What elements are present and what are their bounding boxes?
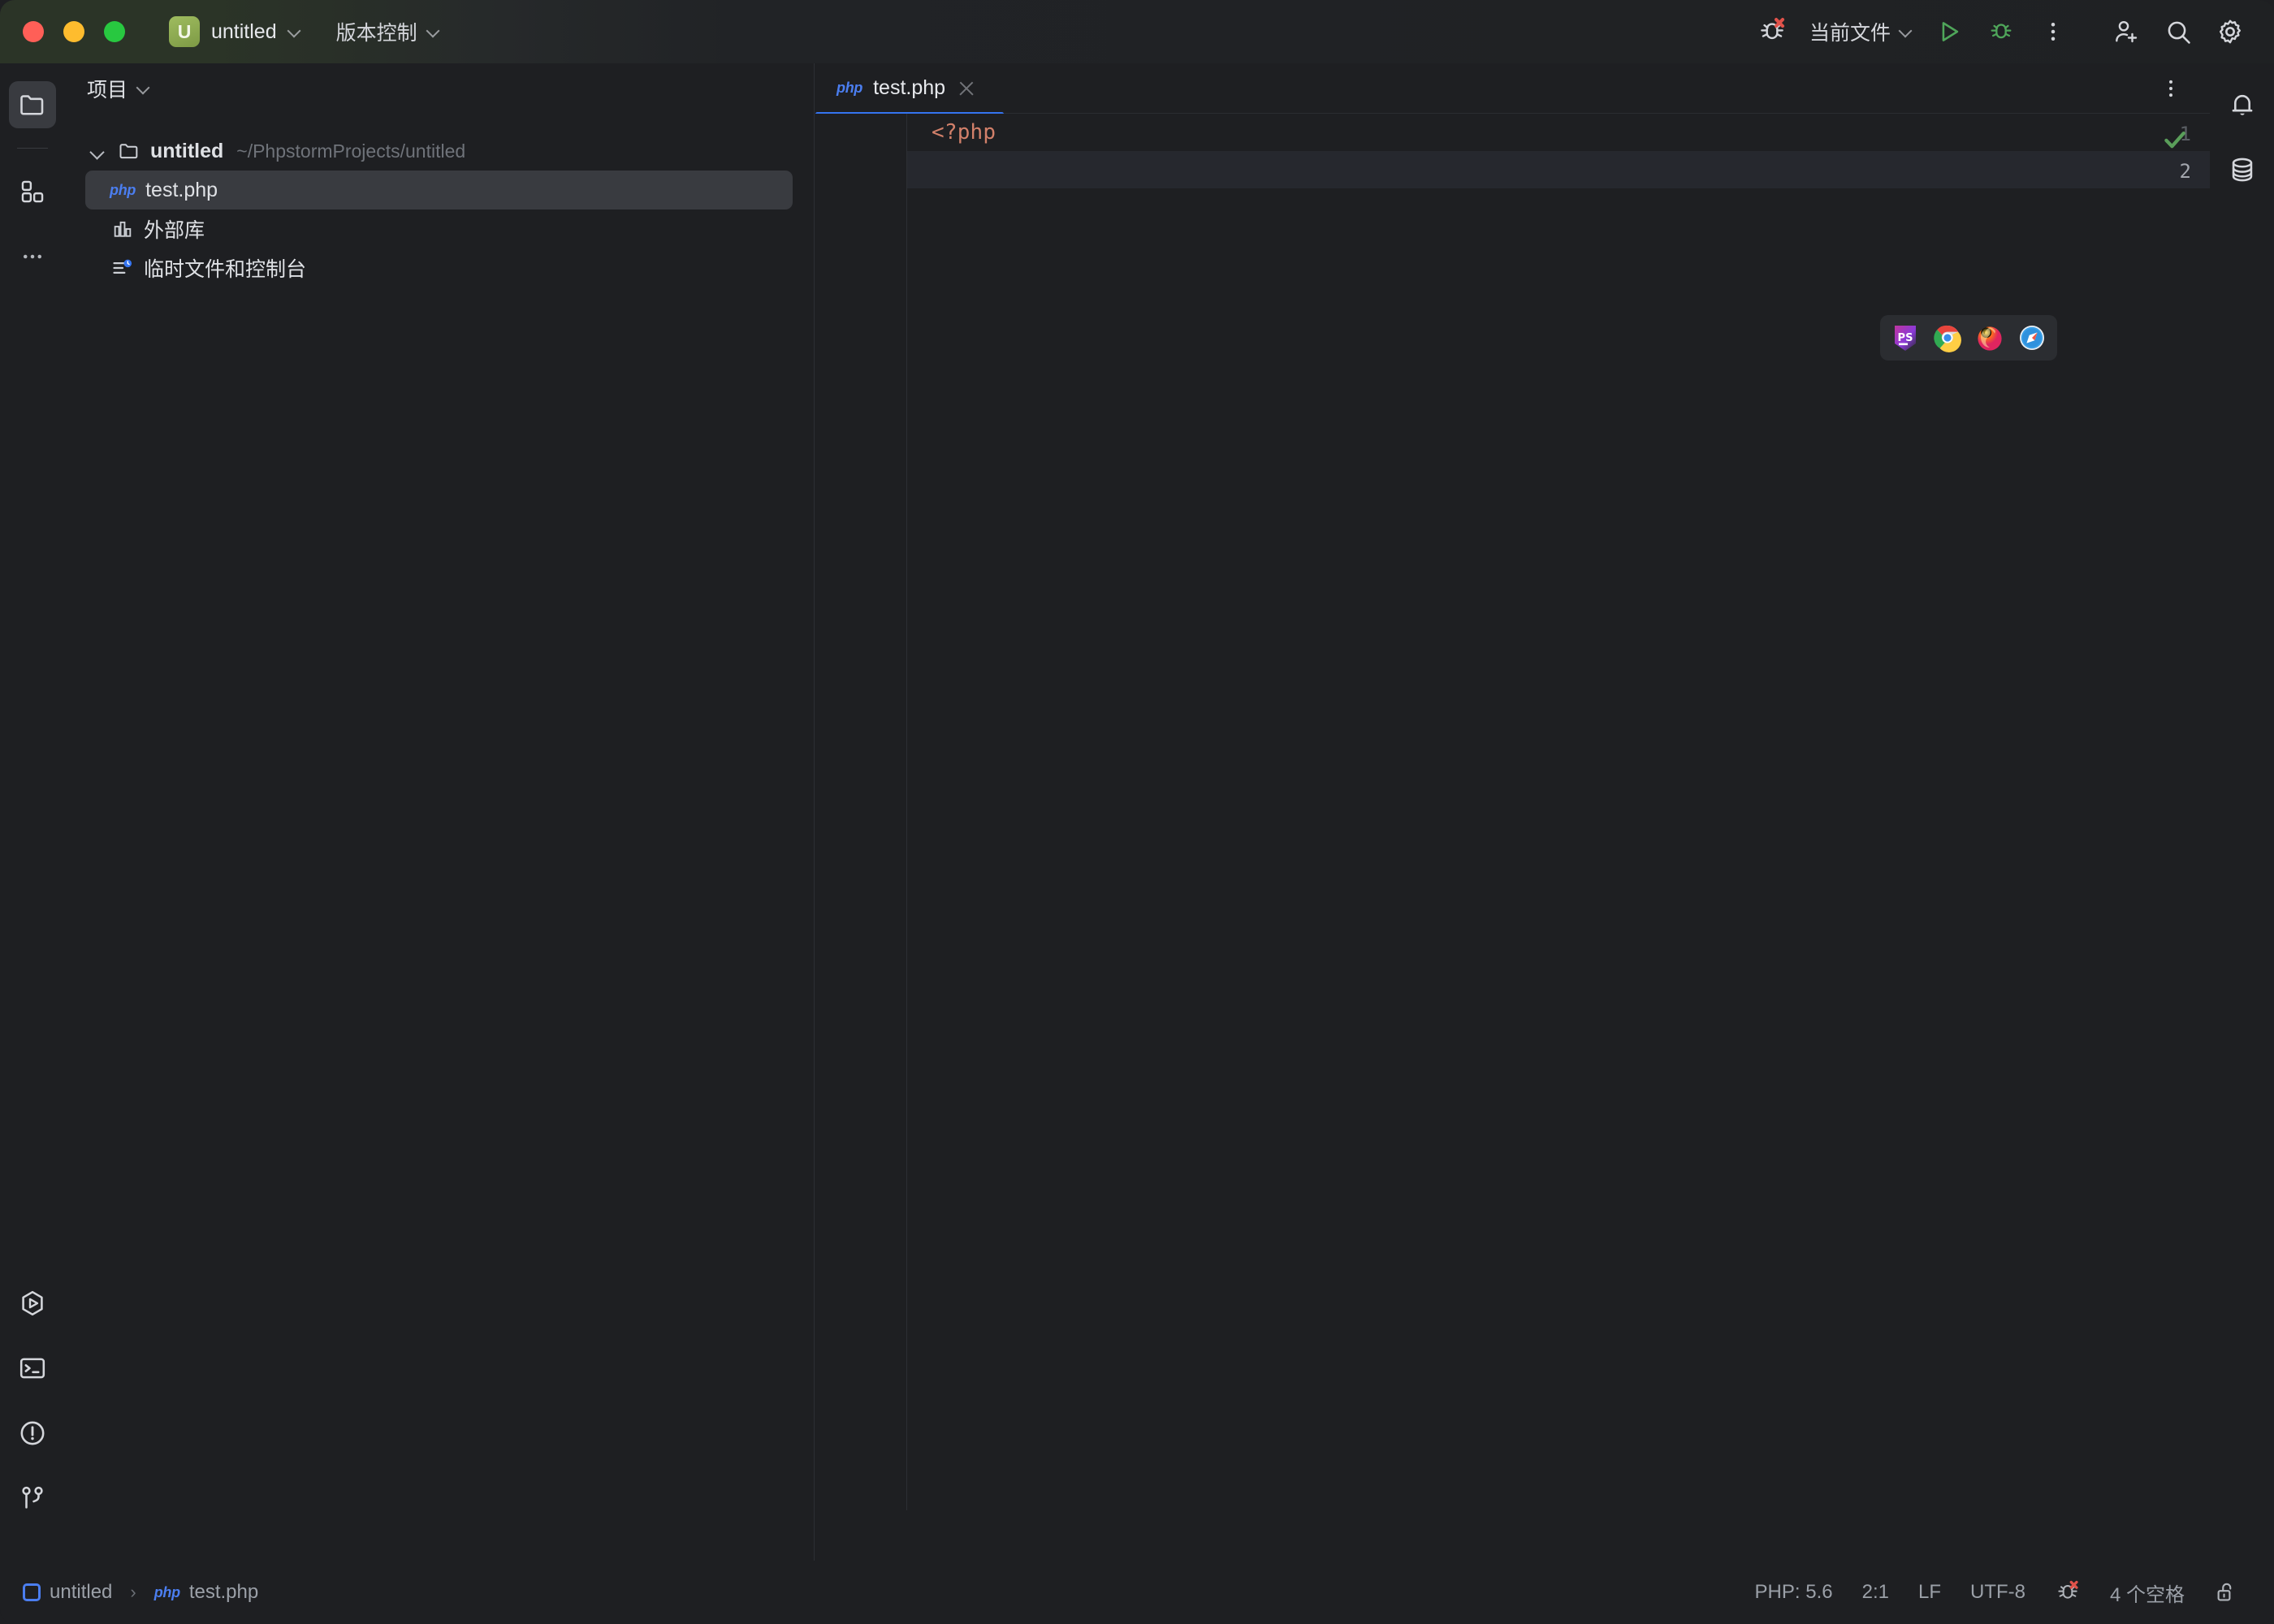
tree-node-label: 临时文件和控制台 — [144, 258, 307, 281]
php-file-icon: php — [153, 1583, 180, 1600]
chevron-expanded-icon[interactable] — [87, 140, 108, 162]
php-file-icon: php — [837, 80, 863, 96]
project-panel-title: 项目 — [87, 79, 128, 102]
breadcrumb-item-untitled[interactable]: untitled — [23, 1581, 112, 1604]
sidebar-item-run[interactable] — [9, 1280, 56, 1327]
minimize-window-button[interactable] — [63, 21, 84, 42]
tree-node-external-libraries[interactable]: 外部库 — [64, 209, 814, 248]
sidebar-item-problems[interactable] — [9, 1410, 56, 1457]
line-number: 2 — [2179, 160, 2191, 183]
sidebar-item-notifications[interactable] — [2219, 81, 2266, 128]
left-rail-bottom-group — [9, 1280, 56, 1561]
tree-node-scratches-and-consoles[interactable]: 临时文件和控制台 — [64, 248, 814, 287]
browser-preview-popup: PS — [1880, 315, 2057, 361]
run-configuration-selector[interactable]: 当前文件 — [1798, 9, 1923, 54]
safari-icon[interactable] — [2017, 322, 2047, 353]
editor-tab-bar: php test.php — [815, 63, 2210, 116]
right-tool-rail — [2210, 63, 2274, 1561]
tree-node-path: ~/PhpstormProjects/untitled — [236, 140, 466, 162]
chevron-down-icon — [1900, 26, 1912, 38]
editor-gutter — [815, 114, 907, 1510]
tree-node-label: 外部库 — [144, 219, 205, 242]
code-text: <?php — [932, 120, 996, 145]
chrome-icon[interactable] — [1932, 322, 1963, 353]
breadcrumb-item-test-php[interactable]: php test.php — [154, 1581, 259, 1604]
folder-icon — [118, 140, 141, 162]
editor-area: php test.php 1 2 <?php PS — [815, 63, 2210, 1561]
chevron-down-icon — [137, 83, 149, 95]
status-debug-bug-error-icon[interactable] — [2040, 1571, 2095, 1613]
sidebar-item-structure[interactable] — [9, 168, 56, 215]
sidebar-item-project[interactable] — [8, 81, 56, 128]
project-tool-window: 项目 untitled ~/PhpstormProjects/untitled … — [64, 63, 815, 1561]
sidebar-item-terminal[interactable] — [9, 1345, 56, 1392]
module-icon — [23, 1583, 41, 1601]
search-icon[interactable] — [2152, 9, 2204, 54]
chevron-down-icon — [427, 26, 439, 38]
project-name-label: untitled — [211, 19, 277, 43]
left-tool-rail — [0, 63, 64, 1561]
more-vertical-icon[interactable] — [2027, 9, 2079, 54]
status-indent-size[interactable]: 4 个空格 — [2095, 1571, 2199, 1613]
code-line-row-caret — [815, 151, 2210, 188]
rail-divider — [16, 148, 48, 149]
zoom-window-button[interactable] — [104, 21, 125, 42]
firefox-icon[interactable] — [1974, 322, 2005, 353]
debug-button[interactable] — [1975, 9, 2027, 54]
breadcrumb-label: test.php — [188, 1581, 259, 1603]
status-caret-position[interactable]: 2:1 — [1848, 1571, 1904, 1613]
tree-node-untitled[interactable]: untitled ~/PhpstormProjects/untitled — [64, 132, 814, 171]
ide-window: U untitled 版本控制 当前文件 项目 untitled ~/Phpst… — [0, 0, 2274, 1624]
breadcrumb-label: untitled — [50, 1581, 113, 1603]
status-unlock-icon[interactable] — [2199, 1571, 2253, 1613]
gear-icon[interactable] — [2204, 9, 2256, 54]
close-icon[interactable] — [956, 78, 977, 99]
php-file-icon: php — [110, 181, 136, 198]
tree-node-test-php[interactable]: php test.php — [85, 171, 793, 209]
run-configuration-label: 当前文件 — [1809, 22, 1891, 45]
project-selector[interactable]: U untitled — [164, 11, 309, 52]
traffic-lights — [23, 21, 125, 42]
vcs-widget[interactable]: 版本控制 — [336, 17, 439, 46]
account-add-icon[interactable] — [2100, 9, 2152, 54]
sidebar-item-version-control[interactable] — [9, 1475, 56, 1522]
close-window-button[interactable] — [23, 21, 44, 42]
project-tree: untitled ~/PhpstormProjects/untitled php… — [64, 114, 814, 287]
project-badge: U — [169, 16, 200, 47]
status-bar: untitled › php test.php PHP: 5.6 2:1 LF … — [0, 1561, 2274, 1624]
status-php-version[interactable]: PHP: 5.6 — [1740, 1571, 1848, 1613]
breadcrumb: untitled › php test.php — [23, 1581, 258, 1604]
chevron-down-icon — [288, 26, 300, 38]
editor-tab-options-button[interactable] — [2150, 67, 2192, 110]
status-bar-widgets: PHP: 5.6 2:1 LF UTF-8 4 个空格 — [1740, 1571, 2274, 1613]
run-button[interactable] — [1923, 9, 1975, 54]
svg-text:PS: PS — [1898, 332, 1913, 344]
bug-error-icon[interactable] — [1746, 9, 1798, 54]
phpstorm-icon[interactable]: PS — [1890, 322, 1921, 353]
tree-node-label: test.php — [145, 178, 218, 201]
breadcrumb-separator: › — [130, 1582, 136, 1602]
title-bar-actions: 当前文件 — [1746, 9, 2274, 54]
editor-tab-test-php[interactable]: php test.php — [815, 63, 995, 114]
scratches-icon — [111, 257, 134, 279]
project-panel-header[interactable]: 项目 — [64, 63, 814, 114]
editor-tab-label: test.php — [873, 76, 946, 99]
more-horizontal-icon[interactable] — [9, 233, 56, 280]
check-icon[interactable] — [2161, 126, 2189, 158]
external-libraries-icon — [111, 218, 134, 240]
status-file-encoding[interactable]: UTF-8 — [1956, 1571, 2040, 1613]
sidebar-item-database[interactable] — [2219, 146, 2266, 193]
code-line-row — [815, 114, 2210, 151]
tree-node-label: untitled — [150, 139, 224, 162]
title-bar: U untitled 版本控制 当前文件 — [0, 0, 2274, 63]
status-line-separator[interactable]: LF — [1904, 1571, 1956, 1613]
vcs-label: 版本控制 — [335, 22, 417, 45]
code-editor[interactable]: 1 2 <?php PS — [815, 114, 2210, 1510]
